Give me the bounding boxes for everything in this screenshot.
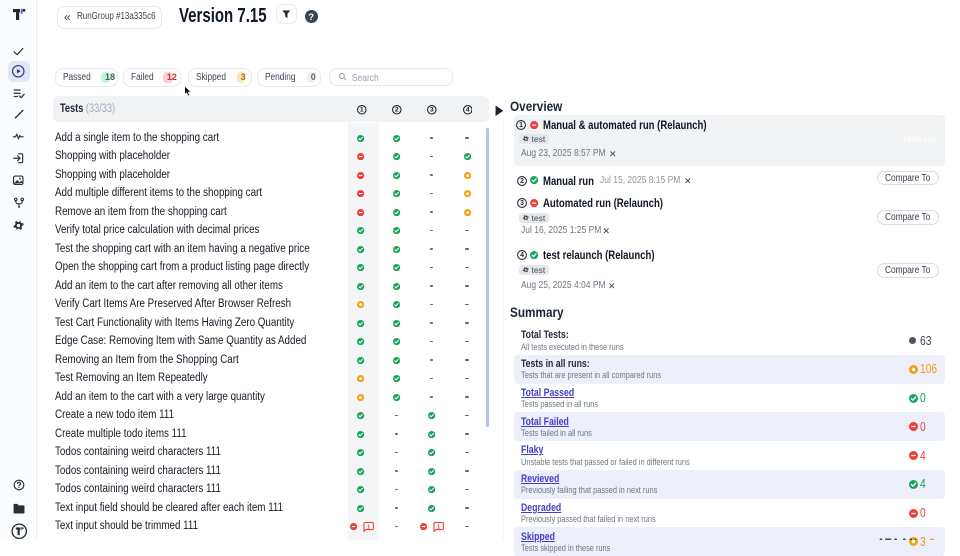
svg-text:1: 1 <box>437 524 440 530</box>
svg-text:2: 2 <box>395 107 399 114</box>
svg-text:4: 4 <box>466 107 470 114</box>
svg-text:2: 2 <box>520 178 524 185</box>
svg-text:1: 1 <box>367 524 370 530</box>
svg-text:4: 4 <box>520 252 524 259</box>
svg-text:3: 3 <box>430 107 434 114</box>
svg-text:3: 3 <box>520 200 524 207</box>
svg-text:1: 1 <box>519 122 523 129</box>
svg-text:1: 1 <box>360 107 364 114</box>
